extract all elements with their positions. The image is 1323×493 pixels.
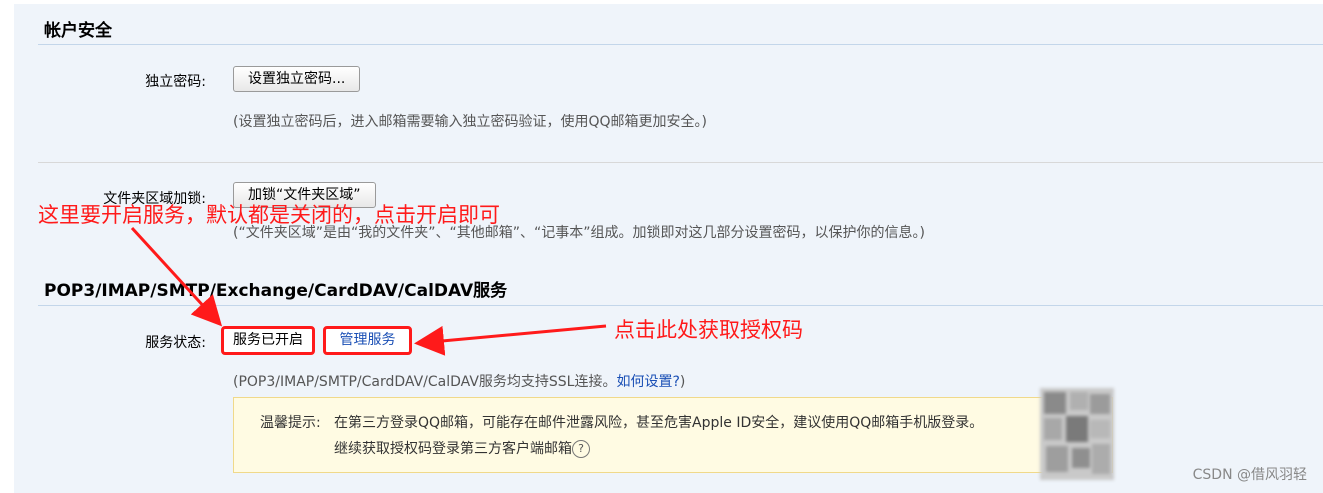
independent-password-label: 独立密码: — [145, 74, 206, 90]
manage-service-link[interactable]: 管理服务 — [323, 326, 412, 355]
ssl-hint-close: ) — [679, 374, 686, 390]
qr-code-image — [1040, 388, 1114, 480]
section-divider — [38, 44, 1323, 45]
set-independent-password-button[interactable]: 设置独立密码... — [233, 66, 361, 92]
annotation-open-service: 这里要开启服务，默认都是关闭的，点击开启即可 — [38, 203, 500, 227]
how-to-setup-link[interactable]: 如何设置? — [616, 374, 679, 390]
warning-text: 在第三方登录QQ邮箱，可能存在邮件泄露风险，甚至危害Apple ID安全，建议使… — [334, 415, 984, 431]
warning-continue: 继续获取授权码登录第三方客户端邮箱? — [334, 438, 590, 458]
independent-password-hint: (设置独立密码后，进入邮箱需要输入独立密码验证，使用QQ邮箱更加安全。) — [233, 114, 707, 130]
service-enabled-status: 服务已开启 — [221, 326, 315, 355]
help-icon[interactable]: ? — [572, 440, 590, 458]
warning-prefix: 温馨提示: — [260, 415, 321, 431]
service-status-label: 服务状态: — [145, 335, 206, 351]
row-divider — [38, 162, 1323, 163]
services-title: POP3/IMAP/SMTP/Exchange/CardDAV/CalDAV服务 — [44, 281, 508, 301]
ssl-hint: (POP3/IMAP/SMTP/CardDAV/CalDAV服务均支持SSL连接… — [233, 371, 685, 391]
ssl-hint-text: (POP3/IMAP/SMTP/CardDAV/CalDAV服务均支持SSL连接… — [233, 374, 617, 390]
account-security-title: 帐户安全 — [44, 21, 112, 41]
section-divider — [38, 305, 1323, 306]
watermark: CSDN @借风羽轻 — [1192, 467, 1307, 483]
warning-box: 温馨提示: 在第三方登录QQ邮箱，可能存在邮件泄露风险，甚至危害Apple ID… — [233, 397, 1113, 473]
annotation-get-auth-code: 点击此处获取授权码 — [614, 318, 803, 342]
get-auth-code-text: 继续获取授权码登录第三方客户端邮箱 — [334, 441, 572, 457]
